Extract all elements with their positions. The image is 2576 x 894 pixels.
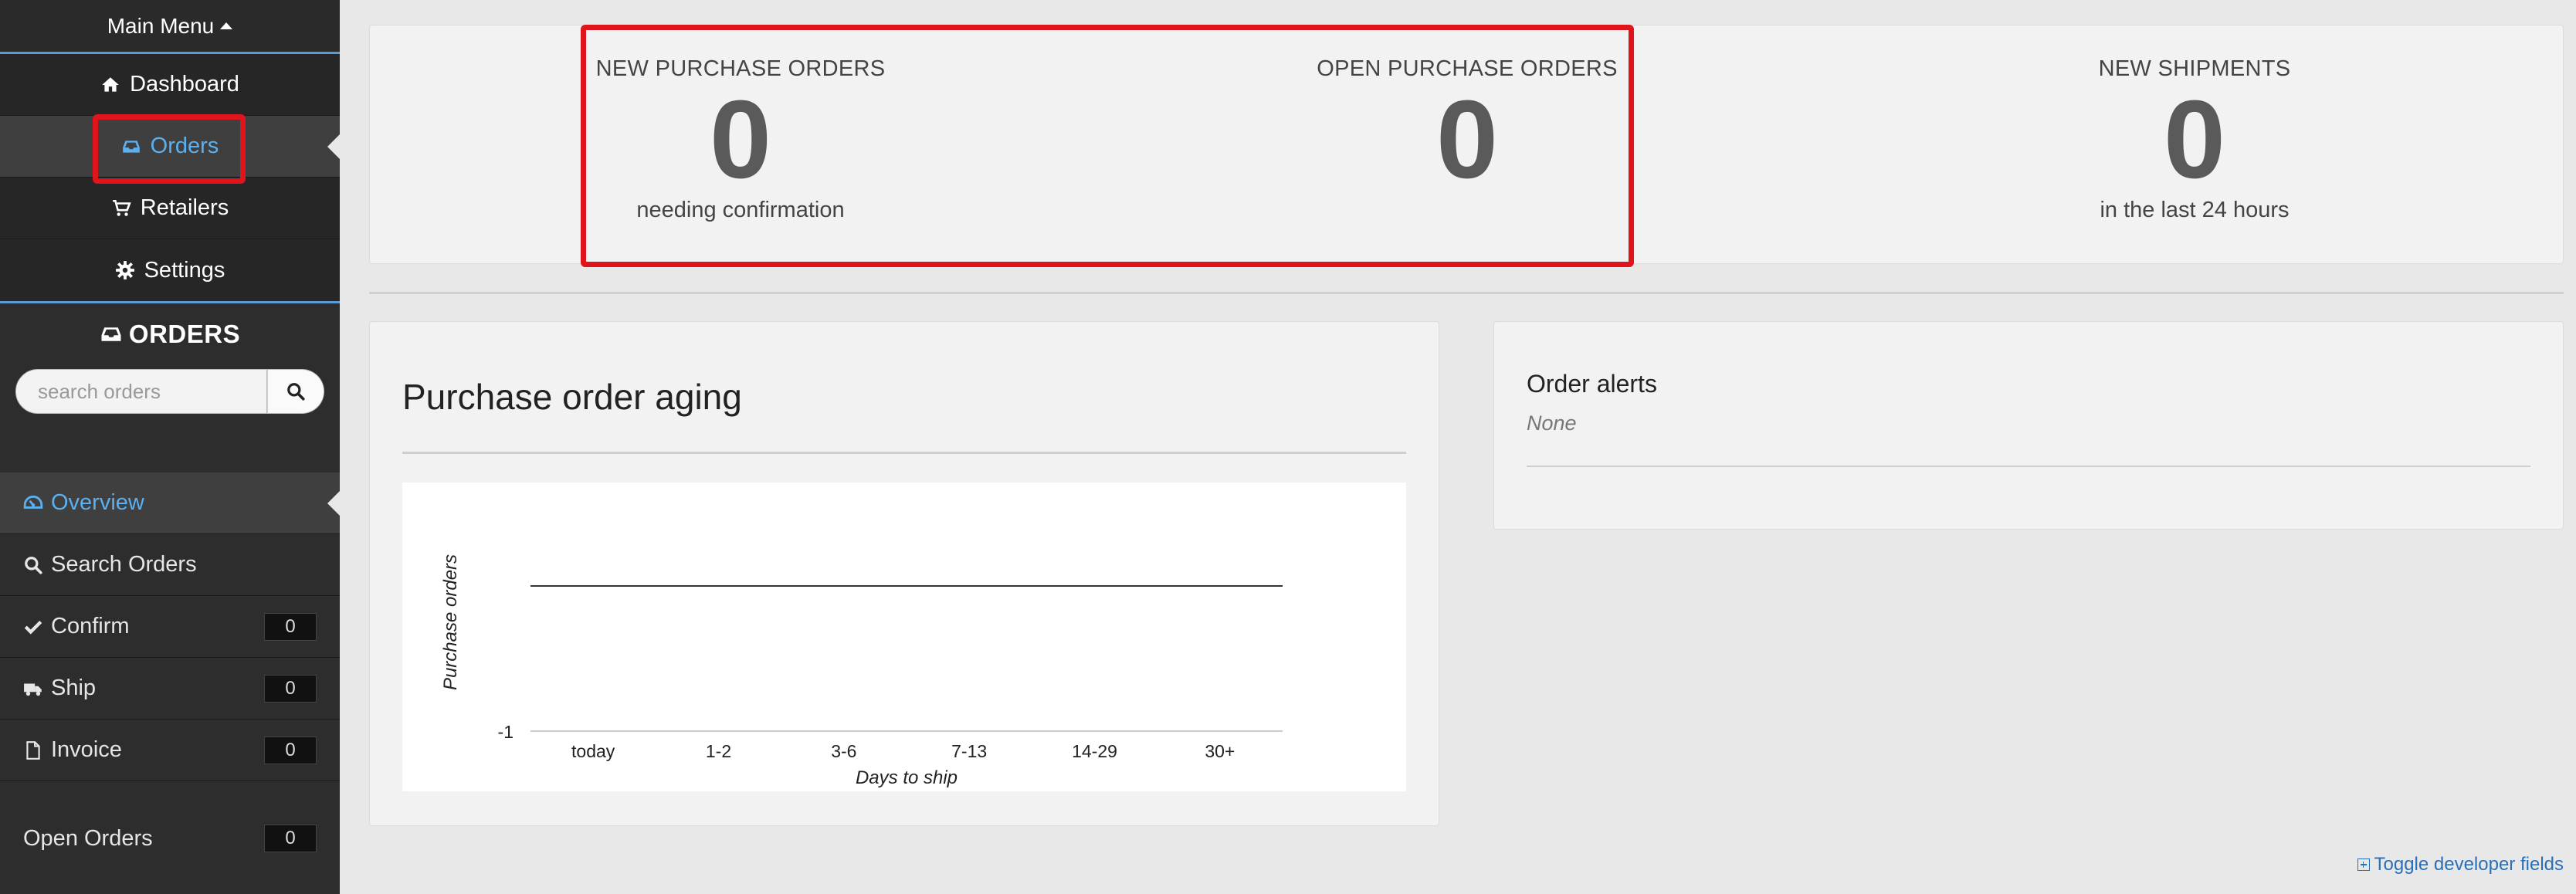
- home-icon: [102, 76, 119, 92]
- x-tick-label: 14-29: [1072, 741, 1117, 761]
- subnav-invoice[interactable]: Invoice 0: [0, 720, 340, 781]
- orders-submenu: Overview Search Orders Confirm 0 Ship 0 …: [0, 472, 340, 869]
- stat-open-purchase-orders[interactable]: OPEN PURCHASE ORDERS 0: [1235, 56, 1699, 198]
- count-badge: 0: [264, 825, 317, 852]
- search-button[interactable]: [267, 369, 324, 414]
- nav-item-settings[interactable]: Settings: [0, 239, 340, 301]
- nav-item-retailers[interactable]: Retailers: [0, 178, 340, 239]
- nav-item-label: Orders: [150, 134, 219, 158]
- x-tick-label: 30+: [1205, 741, 1235, 761]
- inbox-icon: [122, 140, 140, 153]
- truck-icon: [24, 683, 42, 696]
- plus-square-icon: [2357, 858, 2370, 871]
- search-icon: [287, 383, 305, 401]
- subnav-open-orders[interactable]: Open Orders 0: [0, 808, 340, 869]
- toggle-developer-fields-link[interactable]: Toggle developer fields: [2357, 854, 2564, 875]
- chart-svg: -1 today 1-2 3-6 7-13 14-29 30+ Days to ship Pur…: [440, 554, 1283, 788]
- nav-item-label: Dashboard: [130, 72, 239, 97]
- nav-item-label: Settings: [144, 257, 225, 283]
- section-title-label: ORDERS: [128, 320, 241, 348]
- toggle-label: Toggle developer fields: [2374, 854, 2564, 875]
- inbox-icon: [101, 327, 121, 341]
- x-tick-label: 7-13: [951, 741, 987, 761]
- subnav-label: Open Orders: [23, 825, 153, 851]
- subnav-label: Overview: [51, 490, 144, 515]
- dashboard-icon: [23, 495, 43, 509]
- nav-item-orders[interactable]: Orders: [0, 116, 340, 178]
- subnav-label: Search Orders: [51, 552, 197, 577]
- stat-value: 0: [709, 77, 772, 201]
- main-menu-toggle[interactable]: Main Menu: [0, 0, 340, 54]
- search-icon: [25, 556, 42, 574]
- stat-value: 0: [1435, 77, 1499, 201]
- subnav-label: Invoice: [51, 737, 122, 762]
- stat-sub: needing confirmation: [636, 198, 845, 222]
- x-axis-label: Days to ship: [856, 767, 958, 788]
- empty-state-text: None: [1527, 411, 1577, 435]
- subnav-confirm[interactable]: Confirm 0: [0, 596, 340, 658]
- x-tick-label: 1-2: [706, 741, 731, 761]
- subnav-label: Ship: [51, 676, 97, 700]
- stat-sub: in the last 24 hours: [2100, 198, 2290, 222]
- divider: [1527, 466, 2530, 467]
- y-tick-label: -1: [498, 722, 514, 742]
- file-icon: [26, 740, 40, 760]
- caret-up-icon: [220, 22, 233, 29]
- count-badge: 0: [264, 674, 317, 703]
- divider: [402, 452, 1406, 454]
- panel-title: Order alerts: [1527, 370, 1657, 398]
- subnav-ship[interactable]: Ship 0: [0, 658, 340, 720]
- search-input[interactable]: [15, 369, 267, 414]
- order-alerts-panel: Order alerts None: [1493, 321, 2564, 530]
- subnav-search-orders[interactable]: Search Orders: [0, 534, 340, 596]
- panel-title: Purchase order aging: [402, 377, 742, 417]
- sidebar: Main Menu Dashboard Orders Retailers Set…: [0, 0, 340, 894]
- y-axis-label: Purchase orders: [440, 554, 461, 690]
- count-badge: 0: [264, 736, 317, 764]
- stat-new-shipments[interactable]: NEW SHIPMENTS 0 in the last 24 hours: [1963, 56, 2426, 223]
- aging-chart: -1 today 1-2 3-6 7-13 14-29 30+ Days to ship Pur…: [402, 483, 1406, 791]
- x-tick-label: 3-6: [831, 741, 856, 761]
- subnav-overview[interactable]: Overview: [0, 472, 340, 534]
- subnav-label: Confirm: [51, 614, 130, 638]
- stats-panel: NEW PURCHASE ORDERS 0 needing confirmati…: [369, 25, 2564, 264]
- divider: [369, 292, 2564, 294]
- stat-value: 0: [2163, 77, 2226, 201]
- cart-icon: [112, 199, 131, 216]
- nav-item-label: Retailers: [140, 195, 229, 220]
- search-bar: [15, 369, 324, 414]
- gear-icon: [115, 261, 134, 279]
- purchase-order-aging-panel: Purchase order aging -1 today 1-2 3-6 7-13 14…: [369, 321, 1439, 826]
- nav-item-dashboard[interactable]: Dashboard: [0, 54, 340, 116]
- main-menu-label: Main Menu: [107, 13, 215, 38]
- check-icon: [24, 620, 42, 635]
- x-tick-label: today: [571, 741, 615, 761]
- section-title: ORDERS: [0, 303, 340, 365]
- stat-new-purchase-orders[interactable]: NEW PURCHASE ORDERS 0 needing confirmati…: [509, 56, 972, 223]
- count-badge: 0: [264, 612, 317, 641]
